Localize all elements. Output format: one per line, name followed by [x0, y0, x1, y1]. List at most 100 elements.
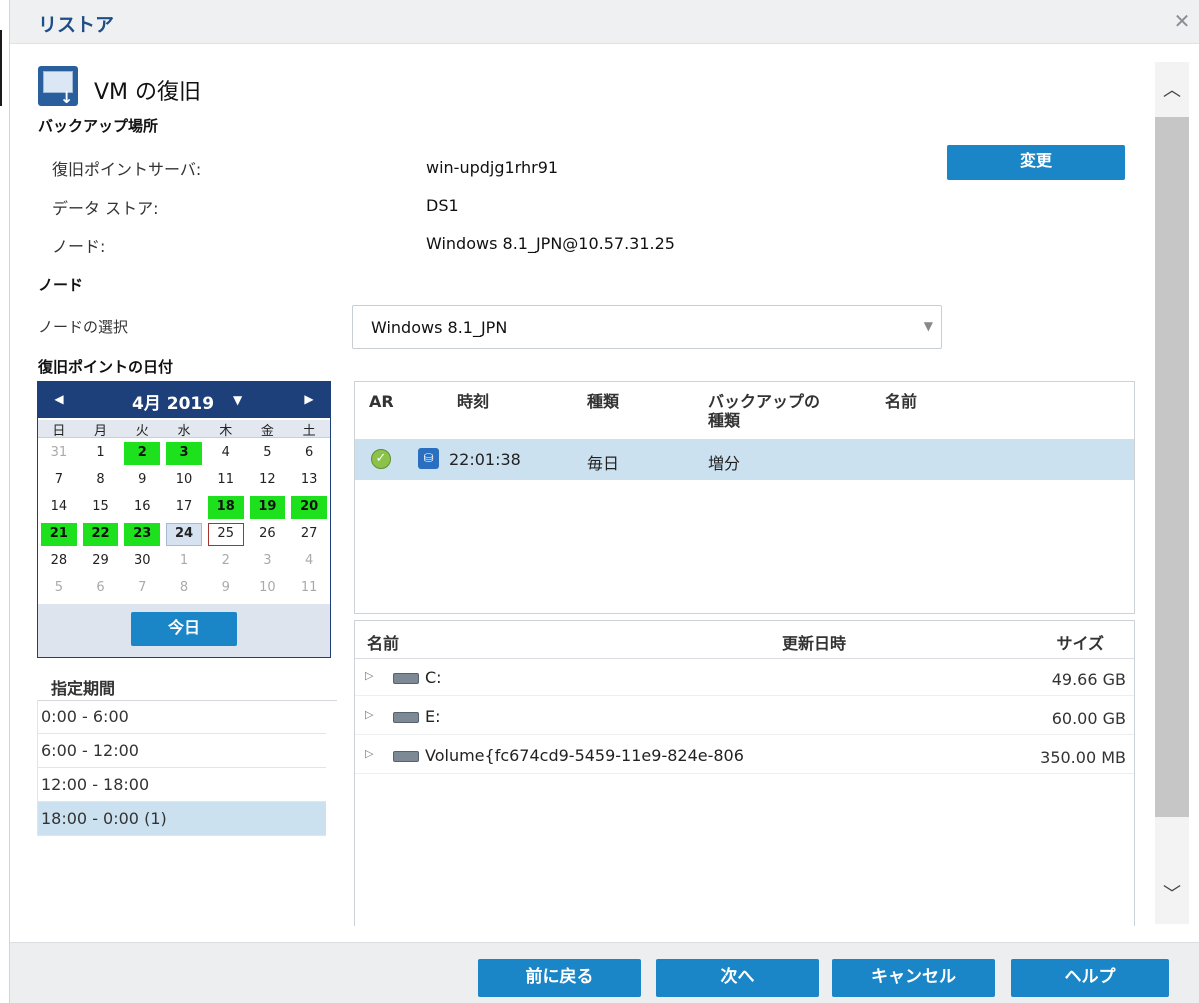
drive-icon — [393, 673, 419, 684]
calendar-day[interactable]: 30 — [124, 550, 160, 573]
col-modified[interactable]: 更新日時 — [782, 630, 846, 654]
calendar-day[interactable]: 17 — [166, 496, 202, 519]
scrollbar-thumb[interactable] — [1155, 117, 1189, 817]
node-heading: ノード — [38, 276, 84, 294]
triangle-right-icon[interactable]: ▶ — [298, 388, 320, 410]
download-arrow-shape: ↓ — [60, 88, 74, 107]
expand-triangle-icon[interactable]: ▷ — [365, 747, 373, 760]
recovery-points-table: AR 時刻 種類 バックアップの 種類 名前 ✓ ⛁ 22:01:38 毎日 増… — [354, 381, 1135, 614]
period-item[interactable]: 12:00 - 18:00 — [37, 768, 326, 802]
file-name: C: — [425, 668, 442, 687]
calendar-day[interactable]: 26 — [250, 523, 286, 546]
change-button[interactable]: 変更 — [947, 145, 1125, 180]
col-backup-type[interactable]: バックアップの 種類 — [708, 392, 820, 430]
calendar-day[interactable]: 10 — [166, 469, 202, 492]
weekday-label: 月 — [94, 424, 108, 439]
back-button[interactable]: 前に戻る — [478, 959, 641, 997]
close-icon[interactable]: ✕ — [1171, 10, 1193, 32]
scroll-up-icon[interactable]: ︿ — [1155, 76, 1189, 102]
calendar-day[interactable]: 9 — [208, 577, 244, 600]
calendar-day[interactable]: 31 — [41, 442, 77, 465]
calendar-day[interactable]: 8 — [166, 577, 202, 600]
calendar-day[interactable]: 18 — [207, 496, 244, 519]
calendar-day[interactable]: 3 — [166, 442, 202, 465]
col-name[interactable]: 名前 — [885, 392, 917, 411]
calendar-day[interactable]: 7 — [124, 577, 160, 600]
left-edge — [0, 0, 10, 1003]
calendar-day[interactable]: 12 — [250, 469, 286, 492]
next-button[interactable]: 次へ — [656, 959, 819, 997]
col-time[interactable]: 時刻 — [457, 392, 489, 411]
calendar-day[interactable]: 1 — [166, 550, 202, 573]
calendar-day[interactable]: 5 — [41, 577, 77, 600]
scrollbar[interactable]: ︿ ﹀ — [1155, 62, 1189, 924]
scroll-down-icon[interactable]: ﹀ — [1155, 880, 1189, 906]
calendar-day[interactable]: 1 — [83, 442, 119, 465]
calendar-day[interactable]: 21 — [41, 523, 77, 546]
expand-triangle-icon[interactable]: ▷ — [365, 669, 373, 682]
recovery-point-row[interactable]: ✓ ⛁ 22:01:38 毎日 増分 — [355, 440, 1134, 480]
rps-value: win-updjg1rhr91 — [426, 158, 559, 177]
cancel-button[interactable]: キャンセル — [832, 959, 995, 997]
files-table: 名前 更新日時 サイズ ▷ C: 49.66 GB ▷ E: 60.00 GB … — [354, 620, 1135, 926]
calendar-day[interactable]: 9 — [124, 469, 160, 492]
calendar-day[interactable]: 3 — [250, 550, 286, 573]
period-item[interactable]: 18:00 - 0:00 (1) — [37, 802, 326, 836]
file-name: Volume{fc674cd9-5459-11e9-824e-806 — [425, 746, 744, 765]
calendar-day[interactable]: 13 — [291, 469, 327, 492]
calendar-day[interactable]: 29 — [83, 550, 119, 573]
calendar-day[interactable]: 2 — [208, 550, 244, 573]
col-type[interactable]: 種類 — [587, 392, 619, 411]
month-dropdown-icon[interactable]: ▼ — [233, 393, 242, 407]
calendar-day[interactable]: 7 — [41, 469, 77, 492]
calendar-day[interactable]: 10 — [250, 577, 286, 600]
calendar-day[interactable]: 11 — [291, 577, 327, 600]
period-item[interactable]: 0:00 - 6:00 — [37, 700, 326, 734]
calendar-day[interactable]: 11 — [208, 469, 244, 492]
calendar-month[interactable]: 4月 2019 — [132, 389, 214, 414]
rp-backup-type: 増分 — [708, 454, 741, 473]
calendar-day[interactable]: 28 — [41, 550, 77, 573]
calendar-day[interactable]: 24 — [166, 523, 202, 546]
col-ar[interactable]: AR — [369, 392, 394, 411]
calendar-header: ◀ 4月 2019 ▼ ▶ — [38, 382, 330, 418]
file-row[interactable]: ▷ E: 60.00 GB — [355, 699, 1134, 735]
col-file-name[interactable]: 名前 — [367, 630, 399, 654]
today-button[interactable]: 今日 — [131, 612, 237, 646]
calendar-day[interactable]: 19 — [249, 496, 286, 519]
calendar-day[interactable]: 8 — [83, 469, 119, 492]
calendar: ◀ 4月 2019 ▼ ▶ 日月火水木金土 31 1 2 3 4 5 6 7 8 9 10 11 12 1… — [37, 381, 331, 658]
datastore-value: DS1 — [426, 196, 459, 215]
node-select-value: Windows 8.1_JPN — [371, 318, 508, 337]
node-select[interactable]: Windows 8.1_JPN ▼ — [352, 305, 942, 349]
calendar-day[interactable]: 14 — [41, 496, 77, 519]
calendar-day[interactable]: 20 — [291, 496, 327, 519]
weekday-label: 水 — [177, 424, 191, 439]
help-button[interactable]: ヘルプ — [1011, 959, 1169, 997]
backup-location-heading: バックアップ場所 — [38, 117, 159, 135]
calendar-day[interactable]: 5 — [250, 442, 286, 465]
calendar-day[interactable]: 2 — [124, 442, 161, 465]
calendar-day[interactable]: 27 — [291, 523, 327, 546]
file-row[interactable]: ▷ C: 49.66 GB — [355, 660, 1134, 696]
rp-type: 毎日 — [587, 454, 620, 473]
file-row[interactable]: ▷ Volume{fc674cd9-5459-11e9-824e-806 350… — [355, 738, 1134, 774]
node-select-label: ノードの選択 — [38, 318, 129, 336]
calendar-day[interactable]: 6 — [291, 442, 327, 465]
col-size[interactable]: サイズ — [1056, 630, 1104, 654]
calendar-day[interactable]: 16 — [124, 496, 160, 519]
calendar-day[interactable]: 4 — [291, 550, 327, 573]
left-edge-mark — [0, 30, 2, 106]
calendar-day[interactable]: 25 — [207, 523, 244, 546]
calendar-footer: 今日 — [38, 604, 330, 657]
calendar-day[interactable]: 22 — [82, 523, 119, 546]
period-item[interactable]: 6:00 - 12:00 — [37, 734, 326, 768]
calendar-day[interactable]: 4 — [208, 442, 244, 465]
calendar-day[interactable]: 6 — [83, 577, 119, 600]
calendar-day[interactable]: 15 — [83, 496, 119, 519]
chevron-down-icon: ▼ — [923, 319, 933, 333]
files-header: 名前 更新日時 サイズ — [355, 621, 1134, 659]
expand-triangle-icon[interactable]: ▷ — [365, 708, 373, 721]
calendar-day[interactable]: 23 — [124, 523, 161, 546]
triangle-left-icon[interactable]: ◀ — [48, 388, 70, 410]
